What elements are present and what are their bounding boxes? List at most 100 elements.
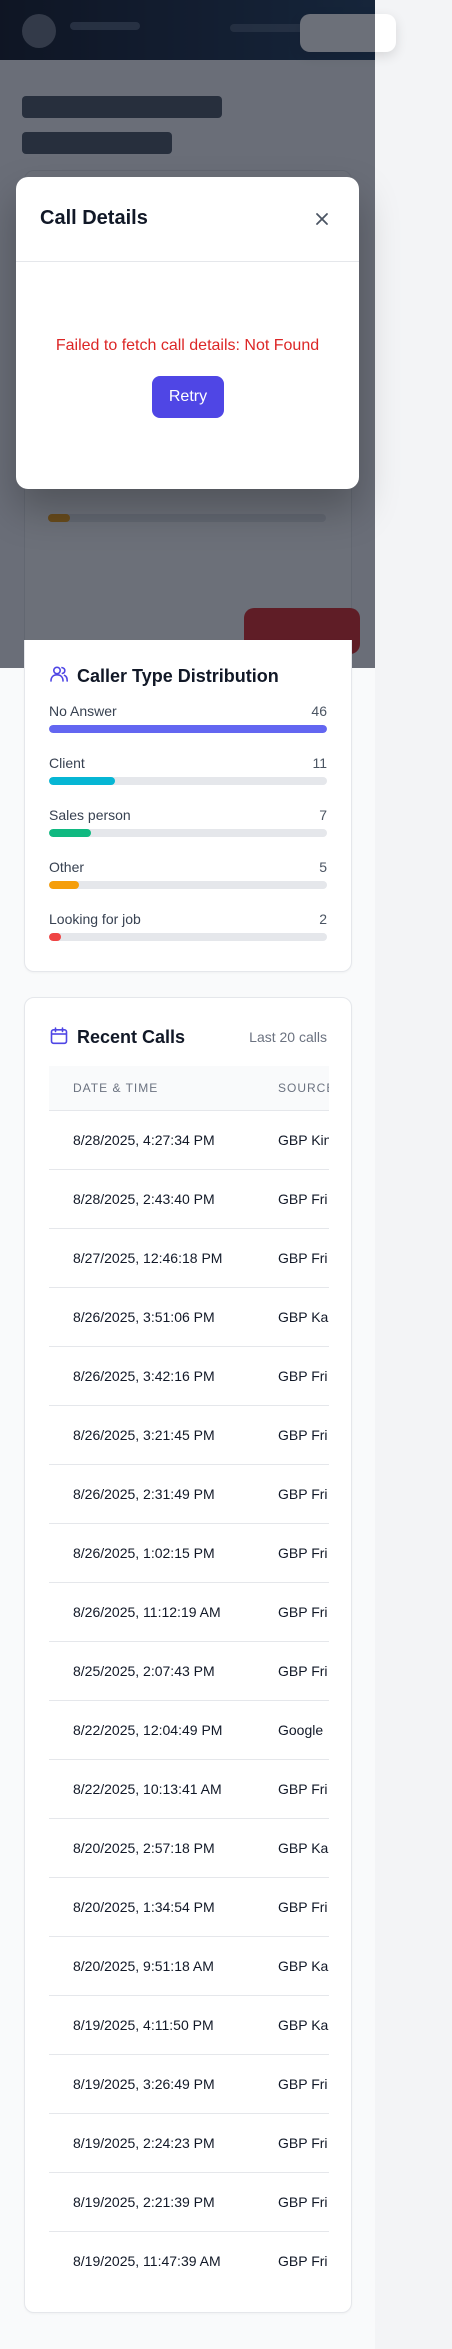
distribution-track bbox=[49, 725, 327, 733]
call-datetime: 8/20/2025, 1:34:54 PM bbox=[73, 1898, 215, 1915]
call-source: GBP Kin bbox=[278, 1131, 329, 1148]
distribution-count: 7 bbox=[319, 807, 327, 823]
call-datetime: 8/20/2025, 9:51:18 AM bbox=[73, 1957, 214, 1974]
table-row[interactable]: 8/20/2025, 9:51:18 AM GBP Ka bbox=[49, 1936, 329, 1995]
error-message: Failed to fetch call details: Not Found bbox=[55, 337, 320, 354]
calendar-icon bbox=[50, 1027, 68, 1045]
call-source: GBP Ka bbox=[278, 1308, 329, 1325]
call-source: GBP Fri bbox=[278, 1603, 328, 1620]
call-source: GBP Ka bbox=[278, 2016, 329, 2033]
table-row[interactable]: 8/22/2025, 12:04:49 PM Google bbox=[49, 1700, 329, 1759]
call-datetime: 8/22/2025, 12:04:49 PM bbox=[73, 1721, 223, 1738]
retry-button[interactable]: Retry bbox=[152, 376, 224, 418]
call-datetime: 8/22/2025, 10:13:41 AM bbox=[73, 1780, 222, 1797]
distribution-count: 5 bbox=[319, 859, 327, 875]
modal-divider bbox=[16, 261, 359, 262]
call-datetime: 8/26/2025, 2:31:49 PM bbox=[73, 1485, 215, 1502]
call-source: GBP Fri bbox=[278, 1485, 328, 1502]
table-row[interactable]: 8/19/2025, 11:47:39 AM GBP Fri bbox=[49, 2231, 329, 2290]
call-datetime: 8/26/2025, 11:12:19 AM bbox=[73, 1603, 221, 1620]
caller-type-distribution-card: Caller Type Distribution No Answer 46 Cl… bbox=[24, 640, 352, 972]
distribution-count: 11 bbox=[312, 755, 327, 771]
call-datetime: 8/25/2025, 2:07:43 PM bbox=[73, 1662, 215, 1679]
distribution-row: Other 5 bbox=[49, 859, 327, 899]
table-row[interactable]: 8/26/2025, 11:12:19 AM GBP Fri bbox=[49, 1582, 329, 1641]
call-datetime: 8/28/2025, 4:27:34 PM bbox=[73, 1131, 215, 1148]
distribution-track bbox=[49, 933, 327, 941]
distribution-track bbox=[49, 881, 327, 889]
calls-table: DATE & TIME SOURCE 8/28/2025, 4:27:34 PM… bbox=[49, 1066, 329, 2290]
distribution-track bbox=[49, 777, 327, 785]
distribution-row: Client 11 bbox=[49, 755, 327, 795]
close-button[interactable] bbox=[306, 203, 338, 235]
distribution-label: Sales person bbox=[49, 807, 131, 823]
distribution-label: Other bbox=[49, 859, 85, 875]
table-row[interactable]: 8/26/2025, 3:51:06 PM GBP Ka bbox=[49, 1287, 329, 1346]
call-source: GBP Ka bbox=[278, 1957, 329, 1974]
table-row[interactable]: 8/28/2025, 2:43:40 PM GBP Fri bbox=[49, 1169, 329, 1228]
call-datetime: 8/19/2025, 2:21:39 PM bbox=[73, 2193, 215, 2210]
call-datetime: 8/26/2025, 3:21:45 PM bbox=[73, 1426, 215, 1443]
call-source: GBP Fri bbox=[278, 1426, 328, 1443]
distribution-bar bbox=[49, 881, 80, 889]
table-row[interactable]: 8/19/2025, 2:24:23 PM GBP Fri bbox=[49, 2113, 329, 2172]
distribution-bar bbox=[49, 725, 327, 733]
call-details-modal: Call Details Failed to fetch call detail… bbox=[16, 177, 359, 489]
table-row[interactable]: 8/19/2025, 3:26:49 PM GBP Fri bbox=[49, 2054, 329, 2113]
distribution-count: 2 bbox=[319, 911, 327, 927]
table-row[interactable]: 8/27/2025, 12:46:18 PM GBP Fri bbox=[49, 1228, 329, 1287]
call-datetime: 8/19/2025, 11:47:39 AM bbox=[73, 2252, 221, 2269]
distribution-track bbox=[49, 829, 327, 837]
distribution-row: Sales person 7 bbox=[49, 807, 327, 847]
call-source: GBP Fri bbox=[278, 2075, 328, 2092]
call-source: Google bbox=[278, 1721, 324, 1738]
call-datetime: 8/26/2025, 1:02:15 PM bbox=[73, 1544, 215, 1561]
call-datetime: 8/28/2025, 2:43:40 PM bbox=[73, 1190, 215, 1207]
distribution-bar bbox=[49, 933, 61, 941]
distribution-row: Looking for job 2 bbox=[49, 911, 327, 951]
card-subtitle: Last 20 calls bbox=[249, 1029, 327, 1045]
call-datetime: 8/26/2025, 3:42:16 PM bbox=[73, 1367, 215, 1384]
call-source: GBP Fri bbox=[278, 2252, 328, 2269]
column-header-date-time[interactable]: DATE & TIME bbox=[49, 1066, 254, 1110]
call-source: GBP Ka bbox=[278, 1839, 329, 1856]
table-row[interactable]: 8/26/2025, 2:31:49 PM GBP Fri bbox=[49, 1464, 329, 1523]
table-row[interactable]: 8/28/2025, 4:27:34 PM GBP Kin bbox=[49, 1110, 329, 1169]
call-datetime: 8/19/2025, 2:24:23 PM bbox=[73, 2134, 215, 2151]
call-source: GBP Fri bbox=[278, 1249, 328, 1266]
table-row[interactable]: 8/26/2025, 1:02:15 PM GBP Fri bbox=[49, 1523, 329, 1582]
call-source: GBP Fri bbox=[278, 1367, 328, 1384]
table-row[interactable]: 8/26/2025, 3:21:45 PM GBP Fri bbox=[49, 1405, 329, 1464]
table-row[interactable]: 8/20/2025, 1:34:54 PM GBP Fri bbox=[49, 1877, 329, 1936]
distribution-label: Client bbox=[49, 755, 85, 771]
modal-title: Call Details bbox=[40, 207, 148, 229]
distribution-label: Looking for job bbox=[49, 911, 141, 927]
card-title: Recent Calls bbox=[77, 1027, 186, 1047]
distribution-count: 46 bbox=[311, 703, 327, 719]
table-row[interactable]: 8/26/2025, 3:42:16 PM GBP Fri bbox=[49, 1346, 329, 1405]
call-datetime: 8/19/2025, 3:26:49 PM bbox=[73, 2075, 215, 2092]
table-header-row: DATE & TIME SOURCE bbox=[49, 1066, 329, 1110]
call-datetime: 8/26/2025, 3:51:06 PM bbox=[73, 1308, 215, 1325]
table-row[interactable]: 8/25/2025, 2:07:43 PM GBP Fri bbox=[49, 1641, 329, 1700]
table-row[interactable]: 8/19/2025, 2:21:39 PM GBP Fri bbox=[49, 2172, 329, 2231]
call-source: GBP Fri bbox=[278, 1190, 328, 1207]
call-datetime: 8/20/2025, 2:57:18 PM bbox=[73, 1839, 215, 1856]
column-header-source[interactable]: SOURCE bbox=[254, 1066, 329, 1110]
distribution-bar bbox=[49, 829, 92, 837]
recent-calls-card: Recent Calls Last 20 calls DATE & TIME S… bbox=[24, 997, 352, 2313]
table-row[interactable]: 8/20/2025, 2:57:18 PM GBP Ka bbox=[49, 1818, 329, 1877]
table-row[interactable]: 8/22/2025, 10:13:41 AM GBP Fri bbox=[49, 1759, 329, 1818]
table-row[interactable]: 8/19/2025, 4:11:50 PM GBP Ka bbox=[49, 1995, 329, 2054]
calls-table-scroll[interactable]: DATE & TIME SOURCE 8/28/2025, 4:27:34 PM… bbox=[49, 1066, 329, 2296]
call-datetime: 8/27/2025, 12:46:18 PM bbox=[73, 1249, 223, 1266]
users-icon bbox=[50, 666, 68, 682]
call-source: GBP Fri bbox=[278, 2134, 328, 2151]
call-source: GBP Fri bbox=[278, 1780, 328, 1797]
call-source: GBP Fri bbox=[278, 2193, 328, 2210]
call-source: GBP Fri bbox=[278, 1898, 328, 1915]
call-source: GBP Fri bbox=[278, 1544, 328, 1561]
call-datetime: 8/19/2025, 4:11:50 PM bbox=[73, 2016, 214, 2033]
distribution-bar bbox=[49, 777, 116, 785]
distribution-row: No Answer 46 bbox=[49, 703, 327, 743]
